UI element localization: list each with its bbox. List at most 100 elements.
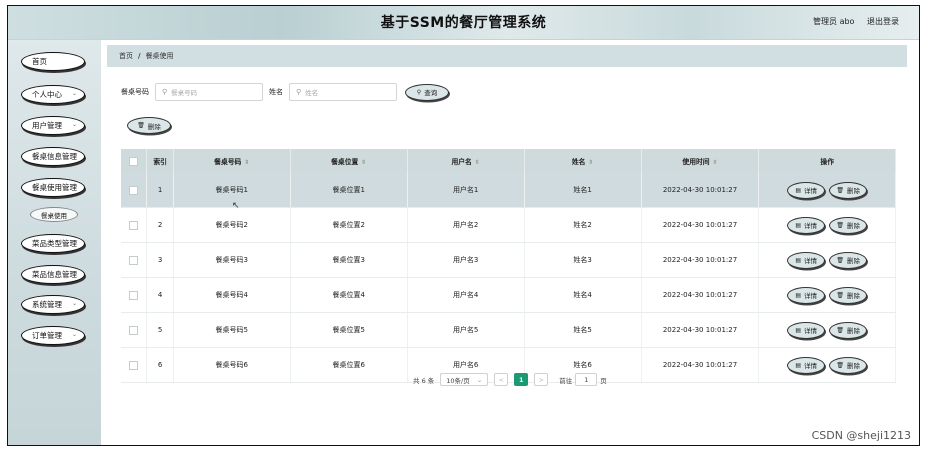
app-window: 基于SSM的餐厅管理系统 管理员 abo 退出登录 首页 个人中心 ⌄ 用户管理 ⌄… (7, 5, 920, 446)
chevron-up-icon: ⌃ (71, 183, 77, 190)
breadcrumb-current: 餐桌使用 (145, 52, 174, 60)
row-username: 用户名3 (407, 242, 525, 278)
delete-button[interactable]: 🗑 删除 (829, 181, 868, 199)
detail-button-label: 详情 (804, 292, 818, 300)
row-actions: ▤ 详情 🗑 删除 (758, 242, 896, 278)
table-row[interactable]: 3 餐桌号码3 餐桌位置3 用户名3 姓名3 2022-04-30 10:01:27 ▤ 详情… (121, 242, 896, 278)
sort-icon[interactable]: ⇳ (244, 159, 249, 166)
row-time: 2022-04-30 10:01:27 (641, 347, 760, 383)
col-table-no-label: 餐桌号码 (214, 158, 242, 166)
goto-label: 前往 (559, 376, 573, 385)
detail-button[interactable]: ▤ 详情 (787, 356, 826, 374)
breadcrumb-home[interactable]: 首页 (119, 51, 133, 61)
delete-button[interactable]: 🗑 删除 (829, 321, 868, 339)
query-button[interactable]: ⚲ 查询 (405, 83, 449, 101)
col-username[interactable]: 用户名 ⇳ (407, 149, 525, 173)
detail-button[interactable]: ▤ 详情 (787, 181, 826, 199)
sidebar-item-home[interactable]: 首页 (21, 52, 85, 71)
chevron-down-icon: ⌄ (71, 152, 77, 159)
row-username: 用户名1 (407, 173, 525, 208)
row-name: 姓名4 (524, 277, 642, 313)
detail-button[interactable]: ▤ 详情 (787, 321, 826, 339)
row-checkbox-cell (121, 312, 148, 348)
delete-button-label: 删除 (847, 257, 861, 265)
row-index: 1 (146, 173, 174, 208)
row-actions: ▤ 详情 🗑 删除 (758, 277, 896, 313)
detail-button[interactable]: ▤ 详情 (787, 286, 826, 304)
sidebar-item-label: 餐桌使用管理 (32, 183, 77, 192)
sidebar-item-table-info-management[interactable]: 餐桌信息管理 ⌄ (21, 147, 85, 166)
detail-button[interactable]: ▤ 详情 (787, 216, 826, 234)
app-title: 基于SSM的餐厅管理系统 (380, 15, 547, 31)
sidebar-item-system-management[interactable]: 系统管理 ⌄ (21, 295, 85, 314)
col-username-label: 用户名 (451, 158, 472, 166)
row-actions: ▤ 详情 🗑 删除 (758, 207, 896, 243)
prev-page-button[interactable]: < (494, 373, 509, 386)
row-position: 餐桌位置2 (290, 207, 408, 243)
logout-link[interactable]: 退出登录 (867, 17, 899, 26)
table-row[interactable]: 5 餐桌号码5 餐桌位置5 用户名5 姓名5 2022-04-30 10:01:27 ▤ 详情… (121, 312, 896, 348)
row-checkbox[interactable] (129, 185, 139, 195)
sidebar-item-table-usage-management[interactable]: 餐桌使用管理 ⌃ (21, 178, 85, 197)
sort-icon[interactable]: ⇳ (361, 159, 366, 166)
trash-icon: 🗑 (137, 122, 145, 129)
delete-button[interactable]: 🗑 删除 (829, 251, 868, 269)
sidebar-item-dish-info-management[interactable]: 菜品信息管理 ⌄ (21, 265, 85, 284)
page-number-1[interactable]: 1 (514, 373, 529, 386)
sidebar-item-personal-center[interactable]: 个人中心 ⌄ (21, 85, 85, 104)
detail-icon: ▤ (795, 326, 802, 334)
row-username: 用户名5 (407, 312, 525, 348)
chevron-down-icon: ⌄ (71, 239, 77, 246)
row-time: 2022-04-30 10:01:27 (641, 207, 760, 243)
col-table-no[interactable]: 餐桌号码 ⇳ (173, 149, 291, 173)
sort-icon[interactable]: ⇳ (713, 159, 718, 166)
row-actions: ▤ 详情 🗑 删除 (758, 173, 896, 208)
row-table-no: 餐桌号码3 (173, 242, 291, 278)
goto-input[interactable]: 1 (575, 373, 598, 386)
detail-icon: ▤ (795, 221, 802, 229)
col-name[interactable]: 姓名 ⇳ (524, 149, 642, 173)
delete-button[interactable]: 🗑 删除 (829, 356, 868, 374)
row-checkbox[interactable] (129, 360, 139, 370)
batch-delete-button[interactable]: 🗑 删除 (127, 117, 171, 134)
sort-icon[interactable]: ⇳ (588, 159, 593, 166)
sort-icon[interactable]: ⇳ (475, 159, 480, 166)
table-usage-table: 索引 餐桌号码 ⇳ 餐桌位置 ⇳ 用户名 ⇳ 姓名 ⇳ 使用时间 ⇳ 操作 1 餐桌号码1 餐… (121, 149, 896, 383)
row-time: 2022-04-30 10:01:27 (641, 312, 760, 348)
name-input[interactable]: ⚲ 姓名 (289, 83, 397, 101)
sidebar-item-user-management[interactable]: 用户管理 ⌄ (21, 116, 85, 135)
trash-icon: 🗑 (836, 221, 845, 229)
query-button-label: 查询 (424, 89, 438, 97)
user-area: 管理员 abo 退出登录 (803, 16, 899, 27)
table-no-input[interactable]: ⚲ 餐桌号码 (155, 83, 263, 101)
sidebar-subitem-table-usage[interactable]: 餐桌使用 (30, 207, 78, 222)
sidebar-item-dish-type-management[interactable]: 菜品类型管理 ⌄ (21, 234, 85, 253)
row-checkbox[interactable] (129, 290, 139, 300)
detail-button-label: 详情 (804, 362, 818, 370)
select-all-cell (121, 149, 148, 173)
trash-icon: 🗑 (836, 326, 845, 334)
row-checkbox[interactable] (129, 325, 139, 335)
row-checkbox-cell (121, 242, 148, 278)
pagination: 共 6 条 10条/页 ⌄ < 1 > 前往 1 页 (413, 373, 607, 386)
search-icon: ⚲ (416, 88, 422, 96)
delete-button[interactable]: 🗑 删除 (829, 286, 868, 304)
delete-button[interactable]: 🗑 删除 (829, 216, 868, 234)
chevron-down-icon: ⌄ (71, 331, 77, 338)
row-checkbox[interactable] (129, 255, 139, 265)
row-checkbox[interactable] (129, 220, 139, 230)
select-all-checkbox[interactable] (129, 156, 139, 166)
next-page-button[interactable]: > (534, 373, 549, 386)
table-row[interactable]: 2 餐桌号码2 餐桌位置2 用户名2 姓名2 2022-04-30 10:01:27 ▤ 详情… (121, 207, 896, 243)
col-time[interactable]: 使用时间 ⇳ (641, 149, 760, 173)
detail-button[interactable]: ▤ 详情 (787, 251, 826, 269)
sidebar-item-label: 菜品信息管理 (32, 270, 77, 279)
sidebar-item-order-management[interactable]: 订单管理 ⌄ (21, 326, 85, 345)
trash-icon: 🗑 (836, 256, 845, 264)
page-suffix: 页 (600, 376, 607, 385)
table-row[interactable]: 4 餐桌号码4 餐桌位置4 用户名4 姓名4 2022-04-30 10:01:27 ▤ 详情… (121, 277, 896, 313)
page-size-select[interactable]: 10条/页 ⌄ (440, 373, 489, 386)
batch-delete-label: 删除 (147, 122, 161, 131)
row-index: 3 (146, 242, 174, 278)
col-position[interactable]: 餐桌位置 ⇳ (290, 149, 408, 173)
